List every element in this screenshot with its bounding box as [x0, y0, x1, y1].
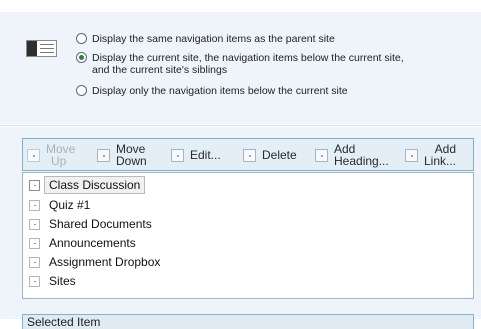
option-label-line-2: and the current site's siblings	[92, 64, 228, 76]
item-label: Class Discussion	[44, 176, 146, 194]
list-item[interactable]: Sites	[29, 272, 76, 290]
navigation-items-list: Class Discussion Quiz #1 Shared Document…	[22, 172, 474, 299]
option-parent-navigation[interactable]: Display the same navigation items as the…	[76, 33, 335, 45]
add-link-icon	[405, 148, 418, 162]
item-label: Assignment Dropbox	[49, 255, 161, 269]
move-down-button[interactable]: Move Down	[97, 141, 147, 169]
move-down-icon	[97, 148, 110, 162]
add-link-label-2: Link...	[424, 154, 457, 168]
radio-button[interactable]	[76, 33, 87, 44]
edit-label: Edit...	[190, 148, 221, 162]
selected-item-header: Selected Item	[22, 314, 474, 329]
option-label: Display the same navigation items as the…	[92, 33, 335, 45]
radio-button-selected[interactable]	[76, 52, 87, 63]
move-up-button[interactable]: Move Up	[27, 141, 75, 169]
item-label: Quiz #1	[49, 198, 91, 212]
list-item[interactable]: Class Discussion	[29, 176, 146, 194]
list-item[interactable]: Assignment Dropbox	[29, 253, 160, 271]
item-label: Shared Documents	[49, 217, 152, 231]
item-icon	[29, 237, 40, 249]
site-navigation-icon	[26, 40, 57, 57]
edit-icon	[171, 148, 184, 162]
option-label-line-1: Display the current site, the navigation…	[92, 52, 404, 64]
radio-button[interactable]	[76, 85, 87, 96]
edit-button[interactable]: Edit...	[171, 141, 221, 169]
list-item[interactable]: Quiz #1	[29, 196, 90, 214]
item-icon	[29, 179, 40, 191]
move-up-label-2: Up	[51, 154, 67, 168]
item-icon	[29, 199, 40, 211]
option-below-current-only[interactable]: Display only the navigation items below …	[76, 85, 348, 97]
item-icon	[29, 275, 40, 287]
delete-button[interactable]: Delete	[243, 141, 297, 169]
item-label: Sites	[49, 274, 76, 288]
option-label: Display only the navigation items below …	[92, 85, 348, 97]
add-heading-label-2: Heading...	[334, 154, 389, 168]
list-item[interactable]: Announcements	[29, 234, 136, 252]
move-down-label-2: Down	[116, 154, 147, 168]
panel-divider	[0, 125, 481, 126]
delete-label: Delete	[262, 148, 297, 162]
item-label: Announcements	[49, 236, 136, 250]
add-heading-button[interactable]: Add Heading...	[315, 141, 389, 169]
add-heading-icon	[315, 148, 328, 162]
option-current-and-siblings[interactable]: Display the current site, the navigation…	[76, 52, 404, 76]
list-item[interactable]: Shared Documents	[29, 215, 152, 233]
add-link-button[interactable]: Add Link...	[405, 141, 456, 169]
item-icon	[29, 218, 40, 230]
move-up-icon	[27, 148, 40, 162]
delete-icon	[243, 148, 256, 162]
navigation-toolbar: Move Up Move Down Edit... Delete Add Hea…	[22, 138, 474, 171]
item-icon	[29, 256, 40, 268]
